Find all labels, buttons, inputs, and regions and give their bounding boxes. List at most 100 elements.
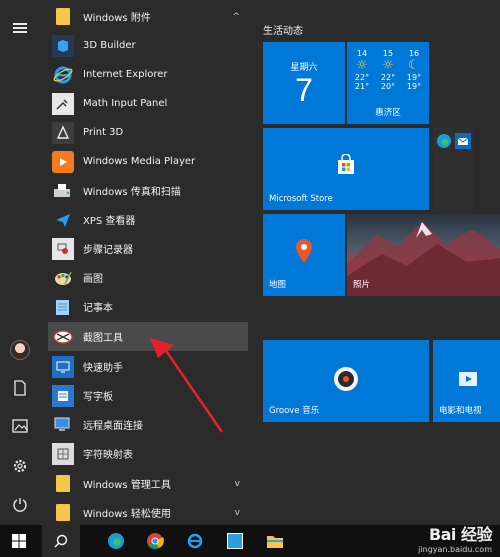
- app-label: XPS 查看器: [83, 216, 136, 227]
- app-internet-explorer[interactable]: Internet Explorer: [52, 60, 248, 89]
- watermark-brand: Bai 经验: [428, 525, 493, 544]
- app-label: 截图工具: [83, 333, 123, 344]
- internet-explorer-icon: [52, 64, 74, 86]
- app-label: Print 3D: [83, 127, 124, 138]
- map-pin-icon: [294, 238, 314, 268]
- tile-label: 照片: [353, 280, 371, 290]
- remote-desktop-icon: [52, 414, 74, 436]
- watermark-url: jingyan.baidu.com: [418, 545, 492, 554]
- calendar-day: 7: [295, 72, 313, 108]
- maps-tile[interactable]: 地图: [263, 214, 345, 296]
- edge-browser-icon[interactable]: [97, 525, 135, 557]
- microsoft-store-tile[interactable]: Microsoft Store: [263, 128, 429, 210]
- weather-date: 14: [356, 49, 368, 58]
- app-list: Windows 附件 ^ 3D Builder Internet Explore…: [40, 0, 259, 527]
- folder-windows-ease-of-access[interactable]: Windows 轻松使用 v: [52, 498, 248, 527]
- app-3d-builder[interactable]: 3D Builder: [52, 31, 248, 60]
- hamburger-menu-icon[interactable]: [0, 10, 40, 46]
- tile-label: 地图: [269, 280, 287, 290]
- folder-windows-accessories[interactable]: Windows 附件 ^: [52, 2, 248, 31]
- xps-viewer-icon: [52, 209, 74, 231]
- weather-day-1: 14 ☼ 22° 21°: [350, 49, 374, 91]
- weather-tile[interactable]: 14 ☼ 22° 21° 15 ☼ 22° 20° 16 ☾ 19° 19° 惠…: [347, 42, 429, 124]
- app-label: 字符映射表: [83, 450, 133, 461]
- quick-assist-icon: [52, 355, 74, 378]
- edge-icon: [436, 133, 452, 153]
- 3d-builder-icon: [52, 34, 74, 57]
- app-snipping-tool[interactable]: 截图工具: [48, 322, 248, 351]
- app-label: 3D Builder: [83, 40, 136, 51]
- app-label: Internet Explorer: [83, 69, 168, 80]
- chevron-down-icon: v: [234, 478, 240, 489]
- user-avatar[interactable]: [0, 332, 40, 368]
- weather-low: 21°: [354, 82, 370, 91]
- app-label: 远程桌面连接: [83, 421, 143, 432]
- weather-high: 19°: [406, 73, 422, 82]
- tile-label: Microsoft Store: [269, 194, 333, 204]
- settings-gear-icon[interactable]: [0, 448, 40, 484]
- calendar-tile[interactable]: 星期六 7: [263, 42, 345, 124]
- weather-date: 16: [408, 49, 420, 58]
- app-character-map[interactable]: 字符映射表: [52, 439, 248, 468]
- app-label: 记事本: [83, 303, 113, 314]
- power-icon[interactable]: [0, 486, 40, 522]
- sun-icon: ☼: [356, 58, 368, 73]
- groove-music-tile[interactable]: Groove 音乐: [263, 340, 429, 422]
- tiles-area: 生活动态 星期六 7 14 ☼ 22° 21° 15 ☼ 22° 20° 16 …: [250, 0, 500, 525]
- sun-icon: ☼: [382, 58, 394, 73]
- app-paint[interactable]: 画图: [52, 263, 248, 292]
- app-fax-scan[interactable]: Windows 传真和扫描: [52, 176, 248, 205]
- app-math-input-panel[interactable]: Math Input Panel: [52, 89, 248, 118]
- weather-date: 15: [382, 49, 394, 58]
- app-windows-media-player[interactable]: Windows Media Player: [52, 147, 248, 176]
- app-notepad[interactable]: 记事本: [52, 292, 248, 321]
- app-wordpad[interactable]: 写字板: [52, 381, 248, 410]
- chrome-icon[interactable]: [136, 525, 174, 557]
- app-steps-recorder[interactable]: 步骤记录器: [52, 234, 248, 263]
- steps-recorder-icon: [52, 237, 74, 260]
- chevron-down-icon: v: [234, 507, 240, 518]
- photos-tile[interactable]: 照片: [347, 214, 500, 296]
- character-map-icon: [52, 442, 74, 465]
- media-player-icon: [52, 150, 74, 173]
- weather-low: 20°: [380, 82, 396, 91]
- folder-windows-admin-tools[interactable]: Windows 管理工具 v: [52, 469, 248, 498]
- app-label: 画图: [83, 274, 103, 285]
- groove-disc-icon: [333, 366, 359, 396]
- weather-low: 19°: [406, 82, 422, 91]
- math-input-panel-icon: [52, 92, 74, 115]
- app-xps-viewer[interactable]: XPS 查看器: [52, 205, 248, 234]
- file-explorer-icon[interactable]: [256, 525, 294, 557]
- fax-scan-icon: [52, 180, 74, 202]
- app-label: 写字板: [83, 392, 113, 403]
- app-quick-assist[interactable]: 快速助手: [52, 352, 248, 381]
- weather-day-3: 16 ☾ 19° 19°: [402, 49, 426, 91]
- edge-mail-tile[interactable]: [433, 128, 473, 210]
- folder-icon: [52, 502, 74, 524]
- app-label: Windows Media Player: [83, 156, 196, 167]
- pictures-icon[interactable]: [0, 408, 40, 444]
- app-label: Windows 管理工具: [83, 480, 171, 491]
- baidu-watermark: Bai 经验 jingyan.baidu.com: [418, 521, 492, 554]
- movies-tv-tile[interactable]: 电影和电视: [433, 340, 500, 422]
- app-taskbar-icon[interactable]: [216, 525, 254, 557]
- search-icon[interactable]: [42, 525, 80, 557]
- app-label: Windows 传真和扫描: [83, 187, 181, 198]
- start-menu-rail: [0, 0, 40, 525]
- weather-high: 22°: [380, 73, 396, 82]
- folder-icon: [52, 473, 74, 495]
- movies-icon: [457, 368, 479, 394]
- app-label: Math Input Panel: [83, 98, 168, 109]
- moon-icon: ☾: [408, 58, 420, 73]
- weather-day-2: 15 ☼ 22° 20°: [376, 49, 400, 91]
- chevron-up-icon: ^: [232, 11, 240, 22]
- app-print-3d[interactable]: Print 3D: [52, 118, 248, 147]
- documents-icon[interactable]: [0, 370, 40, 406]
- mail-icon: [455, 133, 471, 149]
- app-remote-desktop[interactable]: 远程桌面连接: [52, 410, 248, 439]
- app-label: 快速助手: [83, 363, 123, 374]
- snipping-tool-icon: [52, 326, 74, 348]
- weather-location: 惠济区: [375, 108, 401, 118]
- windows-start-icon[interactable]: [0, 525, 38, 557]
- internet-explorer-taskbar-icon[interactable]: [176, 525, 214, 557]
